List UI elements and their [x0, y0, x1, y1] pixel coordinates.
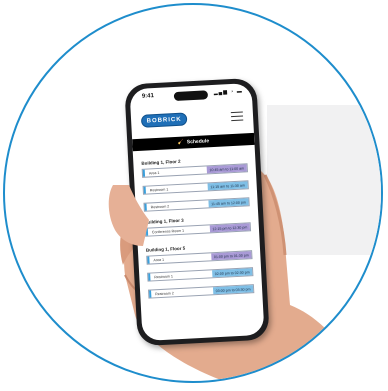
- row-name: Restroom 2: [149, 287, 214, 298]
- row-time: 02:00 pm to 02:30 pm: [212, 268, 253, 278]
- row-name: Restroom 1: [148, 270, 213, 281]
- schedule-label: Schedule: [186, 138, 210, 146]
- row-name: Conference Room 1: [145, 225, 211, 236]
- row-time: 11:45 am to 12:00 pm: [208, 198, 249, 208]
- schedule-row[interactable]: Restroom 1 02:00 pm to 02:30 pm: [147, 267, 254, 282]
- section-title: Building 1, Floor 2: [141, 158, 181, 166]
- schedule-bar: 🧹 Schedule: [132, 132, 255, 152]
- bobrick-logo[interactable]: BOBRICK: [140, 112, 188, 128]
- cleaning-person-icon: 🧹: [177, 139, 185, 146]
- row-time: 12:15 pm to 12:30 pm: [209, 223, 251, 233]
- status-time: 9:41: [141, 93, 155, 100]
- row-name: Area 1: [147, 253, 212, 264]
- row-time: 10:45 am to 11:00 am: [206, 164, 247, 174]
- thumb-image: [108, 185, 149, 246]
- row-time: 01:00 pm to 01:30 pm: [211, 251, 252, 261]
- schedule-row[interactable]: Restroom 2 11:45 am to 12:00 pm: [143, 197, 250, 212]
- schedule-row[interactable]: Area 1 01:00 pm to 01:30 pm: [146, 250, 253, 265]
- schedule-row[interactable]: Conference Room 1 12:15 pm to 12:30 pm: [144, 222, 252, 237]
- hamburger-menu-icon[interactable]: [230, 111, 244, 122]
- row-time: 11:15 am to 11:30 am: [207, 181, 248, 191]
- schedule-row[interactable]: Area 1 10:45 am to 11:00 am: [141, 163, 248, 178]
- status-icons: ▂▄▆ ◔ ▬: [213, 88, 243, 96]
- schedule-row[interactable]: Restroom 2 03:00 pm to 03:30 pm: [147, 284, 255, 299]
- circle-frame: 9:41 ▂▄▆ ◔ ▬ BOBRICK 🧹 Schedule Building…: [3, 3, 383, 383]
- schedule-row[interactable]: Restroom 1 11:15 am to 11:30 am: [142, 180, 249, 195]
- row-name: Area 1: [142, 166, 207, 177]
- row-time: 03:00 pm to 03:30 pm: [212, 285, 254, 295]
- dynamic-island: [173, 90, 209, 102]
